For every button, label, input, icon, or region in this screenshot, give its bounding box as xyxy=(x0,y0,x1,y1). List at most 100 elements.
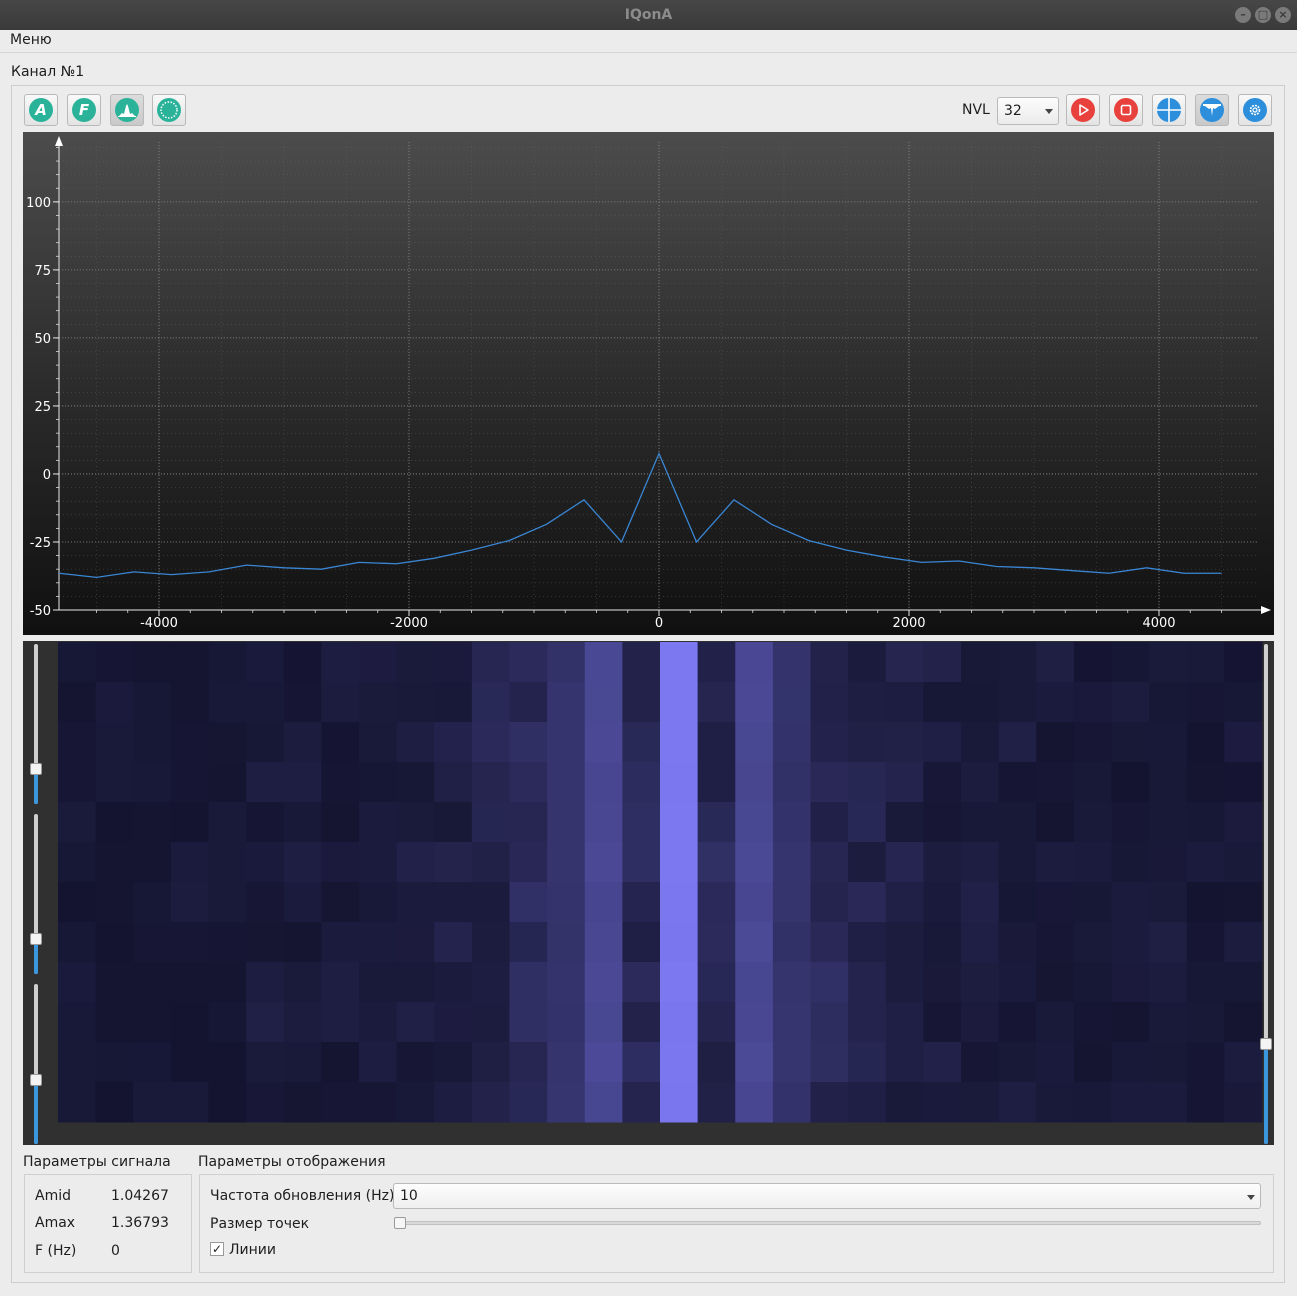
waterfall-cell xyxy=(95,842,134,883)
waterfall-cell xyxy=(321,882,360,923)
waterfall-cell xyxy=(584,762,623,803)
lines-checkbox[interactable]: ✓ xyxy=(210,1242,224,1256)
waterfall-cell xyxy=(848,962,887,1003)
waterfall-cell xyxy=(509,962,548,1003)
waterfall-cell xyxy=(1224,1042,1263,1083)
waterfall-cell xyxy=(133,762,172,803)
waterfall-cell xyxy=(772,642,811,683)
waterfall-cell xyxy=(885,762,924,803)
waterfall-cell xyxy=(923,1082,962,1123)
waterfall-cell xyxy=(622,1042,661,1083)
waterfall-cell xyxy=(208,802,247,843)
waterfall-cell xyxy=(95,1082,134,1123)
waterfall-cell xyxy=(1036,922,1075,963)
slider-handle[interactable] xyxy=(1260,1038,1272,1050)
waterfall-slider-3[interactable] xyxy=(30,984,42,1144)
spectrum-plot[interactable]: -50 -25 0 25 50 75 100 -4000 -2000 0 2000 4000 xyxy=(23,132,1274,635)
stop-button[interactable] xyxy=(1109,94,1143,126)
waterfall-cell xyxy=(998,962,1037,1003)
slider-handle[interactable] xyxy=(30,1074,42,1086)
waterfall-cell xyxy=(396,762,435,803)
refresh-rate-select[interactable]: 10 xyxy=(393,1183,1261,1209)
waterfall-cell xyxy=(359,1042,398,1083)
waterfall-button[interactable] xyxy=(1195,94,1229,126)
waterfall-cell xyxy=(660,802,699,843)
waterfall-cell xyxy=(471,842,510,883)
waterfall-cell xyxy=(660,1082,699,1123)
waterfall-cell xyxy=(321,802,360,843)
chevron-down-icon xyxy=(1247,1195,1255,1200)
waterfall-cell xyxy=(1036,642,1075,683)
amplitude-mode-button[interactable]: A xyxy=(24,94,58,126)
waterfall-cell xyxy=(208,1082,247,1123)
waterfall-cell xyxy=(1186,1082,1225,1123)
waterfall-cell xyxy=(622,642,661,683)
waterfall-cell xyxy=(208,922,247,963)
play-icon xyxy=(1071,98,1095,122)
waterfall-cell xyxy=(622,962,661,1003)
waterfall-cell xyxy=(547,802,586,843)
waterfall-cell xyxy=(848,722,887,763)
waterfall-cell xyxy=(95,682,134,723)
waterfall-panel[interactable] xyxy=(23,641,1274,1145)
play-button[interactable] xyxy=(1066,94,1100,126)
param-value: 1.36793 xyxy=(111,1215,169,1231)
point-size-label: Размер точек xyxy=(210,1216,310,1232)
waterfall-cell xyxy=(622,762,661,803)
waterfall-cell xyxy=(509,1002,548,1043)
waterfall-cell xyxy=(923,1042,962,1083)
waterfall-cell xyxy=(359,682,398,723)
waterfall-cell xyxy=(998,842,1037,883)
waterfall-cell xyxy=(170,642,209,683)
slider-handle[interactable] xyxy=(30,762,42,775)
waterfall-cell xyxy=(735,682,774,723)
waterfall-cell xyxy=(848,1002,887,1043)
waterfall-cell xyxy=(1036,1002,1075,1043)
waterfall-slider-right[interactable] xyxy=(1260,644,1272,1144)
waterfall-cell xyxy=(810,922,849,963)
crosshair-button[interactable] xyxy=(1152,94,1186,126)
point-size-slider[interactable] xyxy=(397,1221,1261,1225)
waterfall-cell xyxy=(283,802,322,843)
waterfall-slider-1[interactable] xyxy=(30,644,42,804)
waterfall-cell xyxy=(359,962,398,1003)
waterfall-cell xyxy=(471,882,510,923)
maximize-icon[interactable]: □ xyxy=(1255,7,1271,23)
waterfall-cell xyxy=(1149,682,1188,723)
spectrum-chart: -50 -25 0 25 50 75 100 -4000 -2000 0 2000 4000 xyxy=(26,136,1271,631)
waterfall-cell xyxy=(998,682,1037,723)
constellation-mode-button[interactable] xyxy=(152,94,186,126)
y-tick-label: -50 xyxy=(30,604,51,619)
nvl-select[interactable]: 32 xyxy=(997,97,1059,125)
waterfall-cell xyxy=(170,722,209,763)
signal-params-box: Amid 1.04267 Amax 1.36793 F (Hz) 0 xyxy=(24,1174,192,1273)
frequency-mode-button[interactable]: F xyxy=(67,94,101,126)
point-size-slider-handle[interactable] xyxy=(394,1217,406,1229)
waterfall-cell xyxy=(133,722,172,763)
waterfall-cell xyxy=(1186,802,1225,843)
settings-button[interactable] xyxy=(1238,94,1272,126)
slider-handle[interactable] xyxy=(30,932,42,945)
menu-button[interactable]: Меню xyxy=(10,32,52,48)
waterfall-cell xyxy=(434,762,473,803)
param-value: 1.04267 xyxy=(111,1188,169,1204)
spectrum-mode-button[interactable] xyxy=(110,94,144,126)
waterfall-cell xyxy=(283,722,322,763)
waterfall-cell xyxy=(133,802,172,843)
refresh-rate-value: 10 xyxy=(400,1188,418,1204)
waterfall-cell xyxy=(810,1002,849,1043)
close-icon[interactable]: × xyxy=(1275,7,1291,23)
waterfall-cell xyxy=(321,1042,360,1083)
waterfall-cell xyxy=(359,882,398,923)
waterfall-cell xyxy=(509,802,548,843)
minimize-icon[interactable]: – xyxy=(1235,7,1251,23)
waterfall-cell xyxy=(434,1002,473,1043)
waterfall-cell xyxy=(434,682,473,723)
waterfall-cell xyxy=(697,922,736,963)
waterfall-cell xyxy=(547,922,586,963)
waterfall-cell xyxy=(697,802,736,843)
waterfall-cell xyxy=(735,842,774,883)
waterfall-cell xyxy=(735,1002,774,1043)
waterfall-cell xyxy=(509,642,548,683)
waterfall-slider-2[interactable] xyxy=(30,814,42,974)
